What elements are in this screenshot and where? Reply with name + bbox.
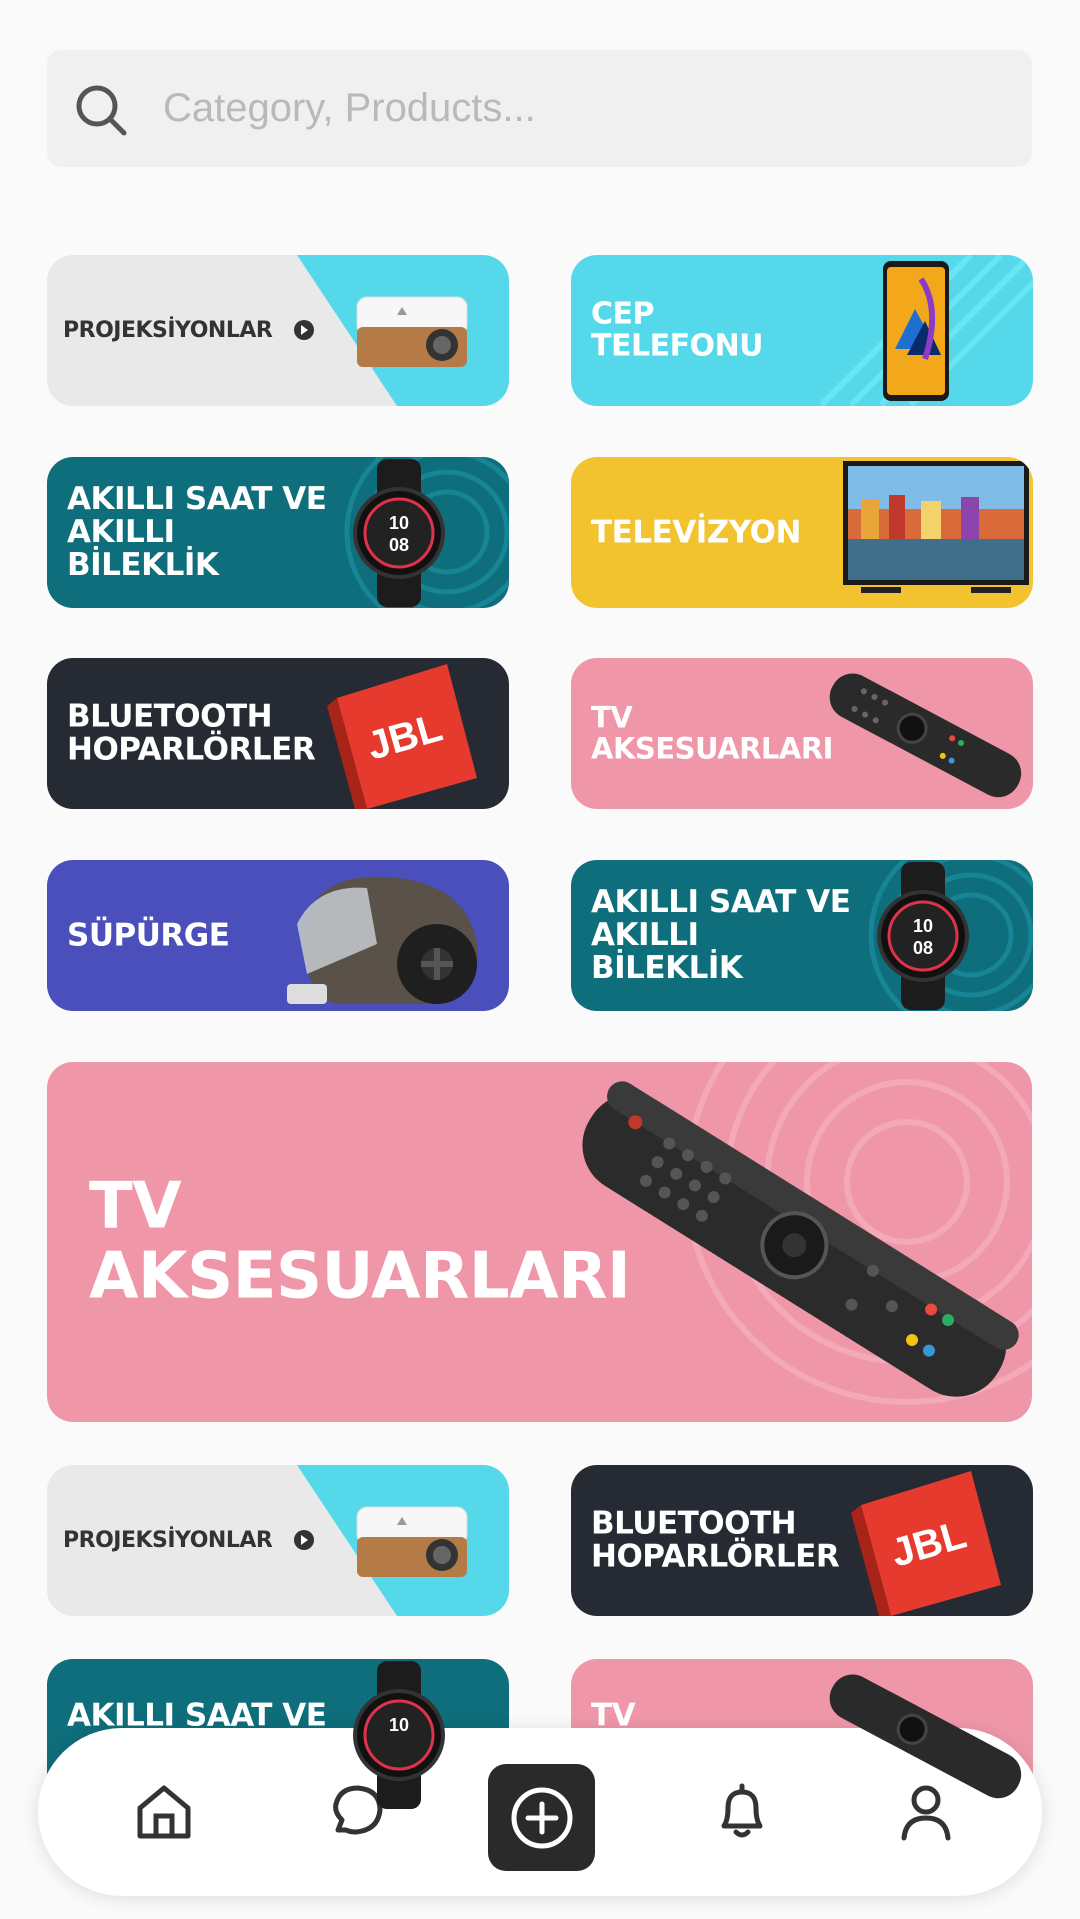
banner-label: PROJEKSİYONLAR — [63, 317, 273, 343]
play-circle-icon — [294, 320, 314, 340]
remote-image — [829, 1674, 1022, 1799]
watch-face-text: 10 — [389, 1715, 409, 1735]
category-banner-phones[interactable]: CEP TELEFONU — [571, 255, 1033, 406]
watch-face-text: 10 — [389, 513, 409, 533]
banner-label: TV AKSESUARLARI — [89, 1169, 631, 1314]
projector-image — [356, 296, 468, 367]
remote-image — [582, 1081, 1019, 1397]
add-icon — [511, 1787, 572, 1848]
speaker-image: JBL — [851, 1471, 1001, 1616]
banner-label: BLUETOOTH HOPARLÖRLER — [591, 1505, 840, 1575]
bell-icon — [721, 1783, 763, 1838]
vacuum-image — [287, 876, 478, 1004]
watch-face-text: 10 — [913, 916, 933, 936]
banner-label: AKILLI SAAT VE AKILLI BİLEKLİK — [591, 883, 851, 987]
category-banner-speakers[interactable]: BLUETOOTH HOPARLÖRLER JBL — [47, 658, 509, 809]
nav-home[interactable] — [122, 1770, 206, 1854]
smartwatch-image: 10 08 — [353, 459, 445, 607]
smartwatch-image: 10 08 — [877, 862, 969, 1010]
projector-image — [356, 1506, 468, 1577]
search-input[interactable] — [163, 70, 1003, 147]
category-banner-speakers-2[interactable]: BLUETOOTH HOPARLÖRLER JBL — [571, 1465, 1033, 1616]
category-banner-smartwatch[interactable]: AKILLI SAAT VE AKILLI BİLEKLİK 10 08 — [47, 457, 509, 608]
category-banner-vacuum[interactable]: SÜPÜRGE — [47, 860, 509, 1011]
speaker-image: JBL — [327, 664, 477, 809]
category-banner-tv-accessories-large[interactable]: TV AKSESUARLARI — [47, 1062, 1032, 1422]
category-banner-tv-accessories[interactable]: TV AKSESUARLARI — [571, 658, 1033, 809]
category-banner-projectors[interactable]: PROJEKSİYONLAR — [47, 255, 509, 406]
watch-face-text: 08 — [913, 938, 933, 958]
nav-add-button[interactable] — [488, 1764, 595, 1871]
remote-image — [829, 673, 1022, 798]
banner-label: SÜPÜRGE — [67, 916, 230, 953]
search-bar[interactable] — [47, 50, 1032, 167]
banner-label: CEP TELEFONU — [591, 296, 764, 364]
banner-label: TV AKSESUARLARI — [591, 700, 833, 766]
banner-label: AKILLI SAAT VE — [67, 1697, 327, 1734]
category-banner-smartwatch-2[interactable]: AKILLI SAAT VE AKILLI BİLEKLİK 10 08 — [571, 860, 1033, 1011]
phone-image — [883, 261, 949, 401]
smartwatch-image: 10 — [353, 1661, 445, 1809]
search-icon — [76, 85, 127, 136]
banner-label: AKILLI SAAT VE AKILLI BİLEKLİK — [67, 480, 327, 584]
nav-notifications[interactable] — [700, 1770, 784, 1854]
banner-label: TELEVİZYON — [591, 513, 801, 550]
watch-face-text: 08 — [389, 535, 409, 555]
banner-label: TV — [591, 1697, 636, 1734]
tv-image — [843, 461, 1029, 593]
home-icon — [137, 1785, 191, 1839]
category-banner-tv[interactable]: TELEVİZYON — [571, 457, 1033, 608]
banner-label: PROJEKSİYONLAR — [63, 1527, 273, 1553]
banner-label: BLUETOOTH HOPARLÖRLER — [67, 698, 316, 768]
category-banner-projectors-2[interactable]: PROJEKSİYONLAR — [47, 1465, 509, 1616]
play-circle-icon — [294, 1530, 314, 1550]
